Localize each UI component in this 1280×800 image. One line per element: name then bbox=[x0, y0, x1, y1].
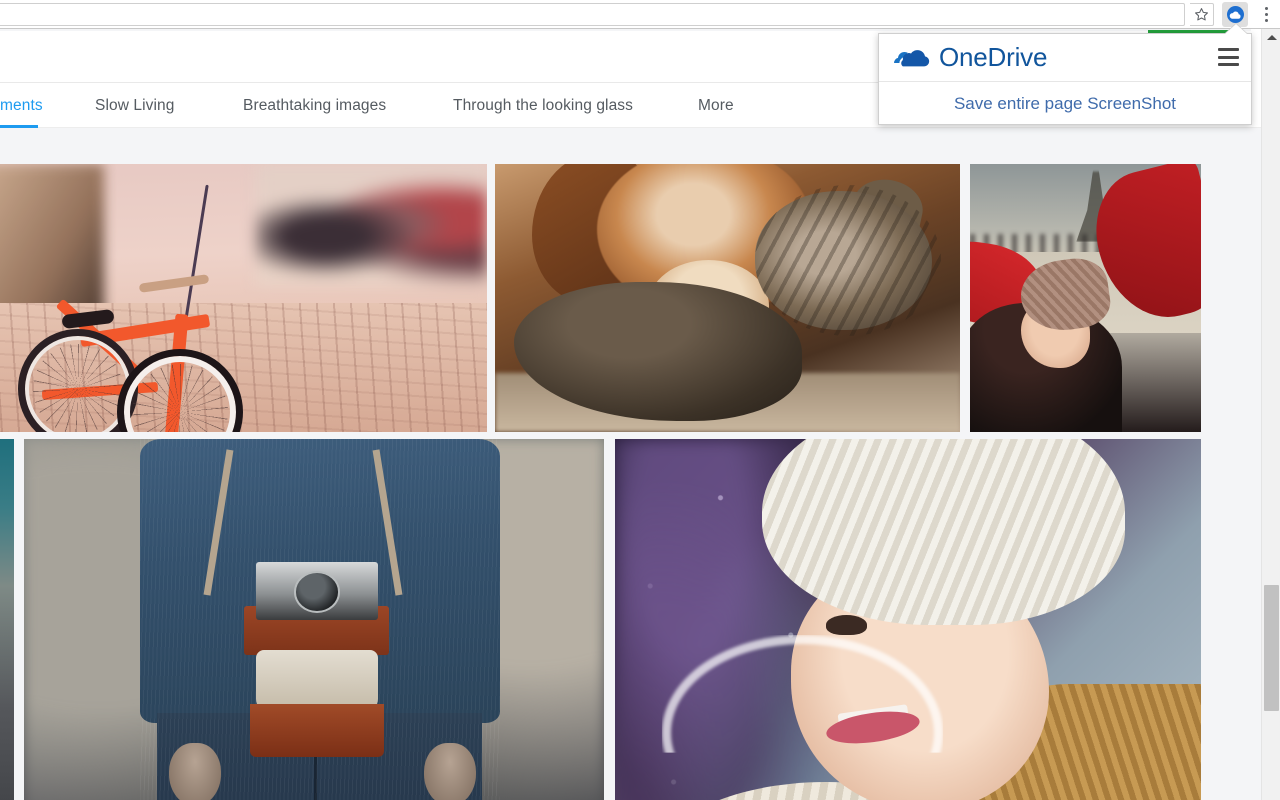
nav-item-breathtaking-images[interactable]: Breathtaking images bbox=[243, 83, 386, 128]
page-scrollbar[interactable] bbox=[1261, 29, 1280, 800]
star-icon bbox=[1195, 8, 1208, 21]
nav-item-label: Through the looking glass bbox=[453, 96, 634, 114]
photo-image bbox=[24, 439, 604, 800]
save-entire-page-screenshot-link[interactable]: Save entire page ScreenShot bbox=[954, 94, 1176, 114]
menu-dot-icon bbox=[1264, 7, 1268, 10]
web-page: ments Slow Living Breathtaking images Throu… bbox=[0, 29, 1262, 800]
popup-pointer-arrow bbox=[1225, 24, 1247, 34]
scroll-up-arrow-icon[interactable] bbox=[1262, 29, 1280, 46]
popup-brand-title: OneDrive bbox=[939, 42, 1048, 72]
onedrive-cloud-icon bbox=[1226, 6, 1244, 23]
onedrive-cloud-logo-icon bbox=[894, 49, 930, 66]
hamburger-menu-icon[interactable] bbox=[1218, 48, 1239, 66]
photo-bicycle-in-snow[interactable] bbox=[0, 164, 487, 432]
photo-girl-in-snow[interactable]: WWW.STRAWBERRYMOOD.COM bbox=[615, 439, 1201, 800]
page-viewport: ments Slow Living Breathtaking images Throu… bbox=[0, 29, 1280, 800]
photo-image bbox=[495, 164, 960, 432]
address-bar-input[interactable] bbox=[0, 4, 1184, 25]
bookmark-star-button[interactable] bbox=[1190, 3, 1214, 26]
photo-image bbox=[970, 164, 1201, 432]
popup-body: Save entire page ScreenShot bbox=[879, 82, 1251, 125]
nav-item-more[interactable]: More bbox=[698, 83, 734, 128]
nav-item-label: ments bbox=[0, 96, 43, 114]
browser-toolbar bbox=[0, 0, 1280, 29]
nav-item-label: Slow Living bbox=[95, 96, 175, 114]
photo-image bbox=[615, 439, 1201, 800]
photo-sliver-left[interactable] bbox=[0, 439, 14, 800]
onedrive-extension-popup: OneDrive Save entire page ScreenShot bbox=[878, 33, 1252, 125]
photo-image bbox=[0, 164, 487, 432]
chrome-menu-button[interactable] bbox=[1258, 4, 1274, 25]
photo-dog-and-cat[interactable] bbox=[495, 164, 960, 432]
scrollbar-thumb[interactable] bbox=[1264, 585, 1279, 711]
address-bar[interactable] bbox=[0, 3, 1185, 26]
nav-item-label: More bbox=[698, 96, 734, 114]
page-right-margin bbox=[1251, 29, 1261, 125]
menu-dot-icon bbox=[1264, 19, 1268, 22]
nav-item-ments[interactable]: ments bbox=[0, 83, 43, 128]
popup-header: OneDrive bbox=[879, 34, 1251, 82]
nav-item-label: Breathtaking images bbox=[243, 96, 387, 114]
menu-dot-icon bbox=[1264, 13, 1268, 16]
photo-image bbox=[0, 439, 14, 800]
nav-active-underline bbox=[0, 125, 38, 128]
nav-item-slow-living[interactable]: Slow Living bbox=[95, 83, 175, 128]
photo-man-with-camera[interactable] bbox=[24, 439, 604, 800]
photo-eiffel-selfie[interactable] bbox=[970, 164, 1201, 432]
nav-item-through-the-looking-glass[interactable]: Through the looking glass bbox=[453, 83, 633, 128]
